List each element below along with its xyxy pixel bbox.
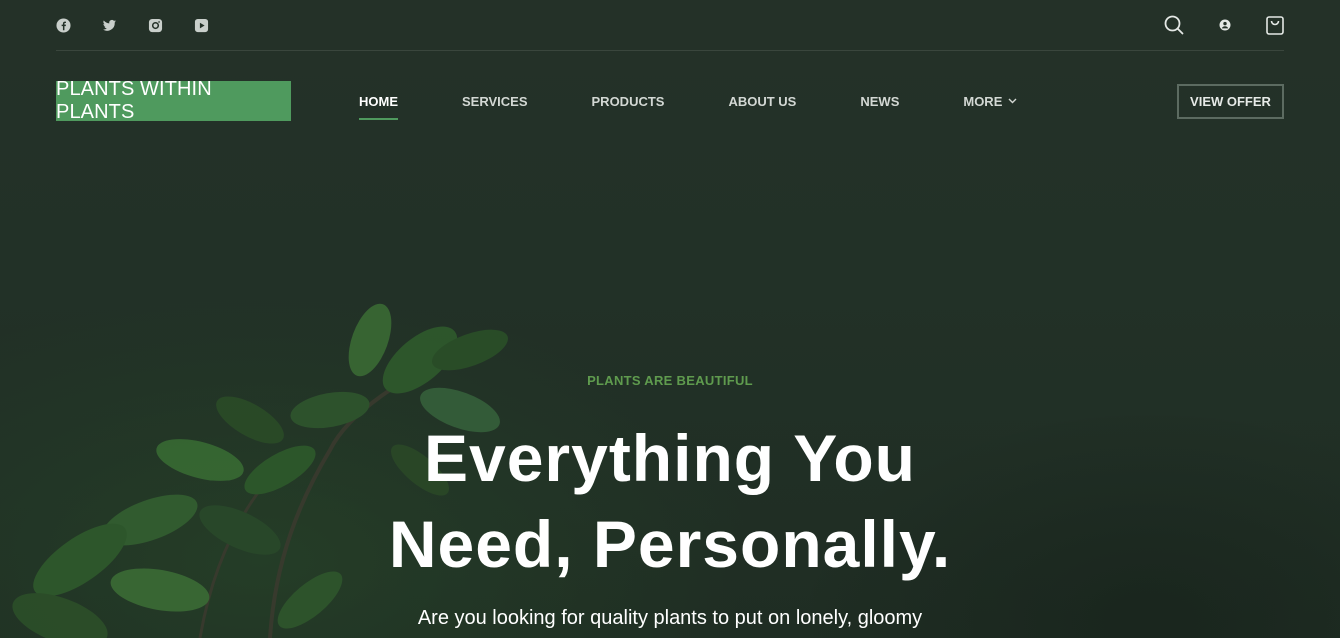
hero-headline-line-1: Everything You	[424, 421, 916, 495]
nav-item-about-us[interactable]: ABOUT US	[728, 81, 796, 121]
nav-item-more-label: MORE	[963, 93, 1003, 109]
nav-item-news[interactable]: NEWS	[860, 81, 899, 121]
top-utility-bar	[56, 0, 1284, 51]
nav-menu: HOME SERVICES PRODUCTS ABOUT US NEWS MOR…	[359, 81, 1017, 121]
instagram-icon[interactable]	[148, 18, 163, 33]
hero-headline-line-2: Need, Personally.	[388, 507, 952, 581]
nav-item-more[interactable]: MORE	[963, 81, 1017, 121]
view-offer-button[interactable]: VIEW OFFER	[1177, 83, 1284, 119]
chevron-down-icon	[1008, 98, 1017, 104]
nav-item-services[interactable]: SERVICES	[462, 81, 528, 121]
facebook-icon[interactable]	[56, 17, 71, 33]
shopping-bag-icon[interactable]	[1266, 15, 1284, 35]
social-links	[56, 17, 209, 33]
hero-headline: Everything You Need, Personally.	[0, 415, 1340, 587]
user-icon[interactable]	[1219, 19, 1231, 31]
hero-section: PLANTS ARE BEAUTIFUL Everything You Need…	[0, 373, 1340, 630]
main-navigation: PLANTS WITHIN PLANTS HOME SERVICES PRODU…	[56, 78, 1284, 123]
hero-eyebrow: PLANTS ARE BEAUTIFUL	[587, 373, 753, 388]
header-utilities	[1164, 15, 1284, 35]
nav-item-home[interactable]: HOME	[359, 81, 398, 121]
nav-item-products[interactable]: PRODUCTS	[592, 81, 665, 121]
site-logo[interactable]: PLANTS WITHIN PLANTS	[56, 78, 291, 123]
twitter-icon[interactable]	[102, 18, 117, 33]
search-icon[interactable]	[1164, 15, 1184, 35]
hero-subtext: Are you looking for quality plants to pu…	[417, 607, 923, 629]
youtube-icon[interactable]	[194, 18, 209, 33]
